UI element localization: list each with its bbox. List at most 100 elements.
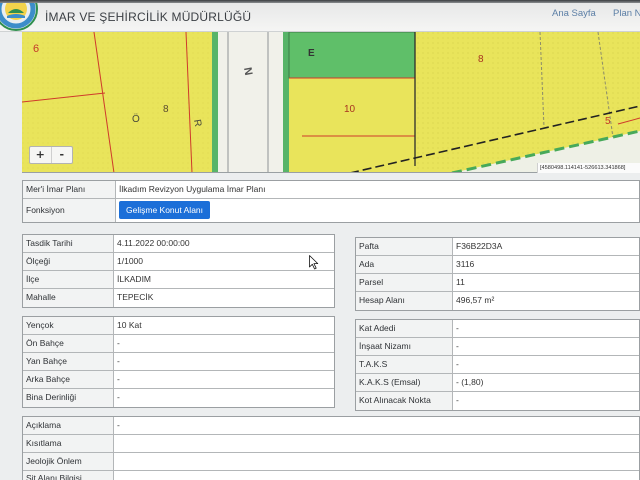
coordinate-readout: [4580498.114141-526613.341868] — [537, 163, 640, 173]
row-value: - — [114, 353, 334, 370]
row-value: 3116 — [453, 256, 639, 273]
table-row: T.A.K.S - — [356, 356, 639, 374]
row-label: Kot Alınacak Nokta — [356, 392, 453, 410]
street-name-letter: Ö — [132, 113, 140, 125]
nav-link-plan[interactable]: Plan N — [613, 8, 640, 19]
row-label: K.A.K.S (Emsal) — [356, 374, 453, 391]
row-label: Kat Adedi — [356, 320, 453, 337]
row-value: - — [114, 335, 334, 352]
approval-info-table: Tasdik Tarihi 4.11.2022 00:00:00 Ölçeği … — [22, 234, 335, 308]
row-value — [114, 471, 639, 480]
row-value: - — [114, 389, 334, 407]
mouse-cursor-icon — [309, 255, 319, 270]
table-row: Tasdik Tarihi 4.11.2022 00:00:00 — [23, 235, 334, 253]
row-label: Ada — [356, 256, 453, 273]
row-value: 11 — [453, 274, 639, 291]
site-header: İMAR VE ŞEHİRCİLİK MÜDÜRLÜĞÜ Ana Sayfa P… — [0, 3, 640, 32]
row-value: - — [114, 371, 334, 388]
table-row: Ölçeği 1/1000 — [23, 253, 334, 271]
row-label: Bina Derinliği — [23, 389, 114, 407]
table-row: Ada 3116 — [356, 256, 639, 274]
table-row: Arka Bahçe - — [23, 371, 334, 389]
row-value — [114, 435, 639, 452]
table-row: Jeolojik Önlem — [23, 453, 639, 471]
table-row: Hesap Alanı 496,57 m² — [356, 292, 639, 310]
table-row: K.A.K.S (Emsal) - (1,80) — [356, 374, 639, 392]
row-value: TEPECİK — [114, 289, 334, 307]
municipality-seal-icon[interactable] — [0, 3, 40, 31]
row-label: Açıklama — [23, 417, 114, 434]
plan-info-table: Mer'i İmar Planı İlkadım Revizyon Uygula… — [22, 180, 640, 223]
row-value: - — [453, 392, 639, 410]
row-label: Mahalle — [23, 289, 114, 307]
table-row: Fonksiyon Gelişme Konut Alanı — [23, 199, 639, 222]
row-value: 10 Kat — [114, 317, 334, 334]
row-label: Ölçeği — [23, 253, 114, 270]
row-value: İLKADIM — [114, 271, 334, 288]
row-value: - — [453, 320, 639, 337]
row-label: Kısıtlama — [23, 435, 114, 452]
row-label: Yençok — [23, 317, 114, 334]
table-row: Ön Bahçe - — [23, 335, 334, 353]
row-label: T.A.K.S — [356, 356, 453, 373]
function-button[interactable]: Gelişme Konut Alanı — [119, 201, 211, 219]
zoom-in-button[interactable]: + — [30, 147, 52, 163]
map-zoom-control: + - — [29, 146, 73, 164]
row-label: Jeolojik Önlem — [23, 453, 114, 470]
page-title: İMAR VE ŞEHİRCİLİK MÜDÜRLÜĞÜ — [45, 10, 252, 24]
table-row: Bina Derinliği - — [23, 389, 334, 407]
table-row: İlçe İLKADIM — [23, 271, 334, 289]
row-value: F36B22D3A — [453, 238, 639, 255]
table-row: Pafta F36B22D3A — [356, 238, 639, 256]
row-label: Ön Bahçe — [23, 335, 114, 352]
row-value: - — [453, 356, 639, 373]
row-label: Sit Alanı Bilgisi — [23, 471, 114, 480]
street-name-letter: E — [308, 48, 315, 59]
row-label: Hesap Alanı — [356, 292, 453, 310]
table-row: Kat Adedi - — [356, 320, 639, 338]
green-verge — [283, 32, 289, 172]
zoom-out-button[interactable]: - — [52, 147, 73, 163]
row-value: 4.11.2022 00:00:00 — [114, 235, 334, 252]
row-label: İnşaat Nizamı — [356, 338, 453, 355]
table-row: Parsel 11 — [356, 274, 639, 292]
table-row: Mahalle TEPECİK — [23, 289, 334, 307]
row-label: Tasdik Tarihi — [23, 235, 114, 252]
row-value: - — [453, 338, 639, 355]
table-row: Sit Alanı Bilgisi — [23, 471, 639, 480]
notes-table: Açıklama - Kısıtlama Jeolojik Önlem Sit … — [22, 416, 640, 480]
zoning-map-canvas[interactable]: 6 8 10 8 5 Ö R N E — [22, 32, 640, 173]
row-value: İlkadım Revizyon Uygulama İmar Planı — [116, 181, 639, 198]
table-row: İnşaat Nizamı - — [356, 338, 639, 356]
parcel-number-label: 8 — [478, 54, 484, 65]
parcel-number-label: 10 — [344, 104, 356, 115]
row-value: 496,57 m² — [453, 292, 639, 310]
table-row: Yan Bahçe - — [23, 353, 334, 371]
row-label: Parsel — [356, 274, 453, 291]
setback-info-table: Yençok 10 Kat Ön Bahçe - Yan Bahçe - Ark… — [22, 316, 335, 408]
row-label: Fonksiyon — [23, 199, 116, 222]
row-label: Mer'i İmar Planı — [23, 181, 116, 198]
table-row: Kısıtlama — [23, 435, 639, 453]
table-row: Kot Alınacak Nokta - — [356, 392, 639, 410]
row-label: İlçe — [23, 271, 114, 288]
row-value: - — [114, 417, 639, 434]
zoning-map[interactable]: 6 8 10 8 5 Ö R N E — [22, 32, 640, 173]
row-label: Arka Bahçe — [23, 371, 114, 388]
green-verge — [212, 32, 218, 172]
table-row: Yençok 10 Kat — [23, 317, 334, 335]
parcel-info-table: Pafta F36B22D3A Ada 3116 Parsel 11 Hesap… — [355, 237, 640, 311]
density-info-table: Kat Adedi - İnşaat Nizamı - T.A.K.S - K.… — [355, 319, 640, 411]
row-value: - (1,80) — [453, 374, 639, 391]
row-label: Yan Bahçe — [23, 353, 114, 370]
row-value: 1/1000 — [114, 253, 334, 270]
table-row: Mer'i İmar Planı İlkadım Revizyon Uygula… — [23, 181, 639, 199]
parcel-number-label: 6 — [33, 43, 39, 55]
parcel-number-label: 8 — [163, 104, 169, 115]
row-value — [114, 453, 639, 470]
parcel-number-label: 5 — [605, 116, 611, 127]
table-row: Açıklama - — [23, 417, 639, 435]
row-label: Pafta — [356, 238, 453, 255]
nav-link-home[interactable]: Ana Sayfa — [552, 8, 602, 19]
row-value: Gelişme Konut Alanı — [116, 199, 639, 222]
